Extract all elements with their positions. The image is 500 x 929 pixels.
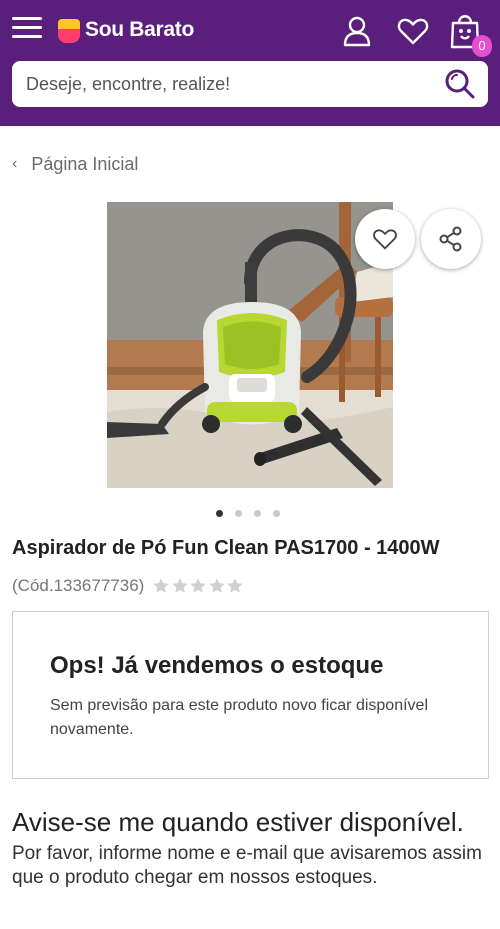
top-header: Sou Barato 0 — [0, 0, 500, 126]
product-title: Aspirador de Pó Fun Clean PAS1700 - 1400… — [12, 537, 440, 559]
out-of-stock-message: Sem previsão para este produto novo fica… — [50, 697, 428, 738]
menu-icon[interactable] — [12, 17, 42, 41]
gallery-dot[interactable] — [235, 510, 242, 517]
breadcrumb[interactable]: ‹ Página Inicial — [12, 152, 138, 176]
out-of-stock-panel: Ops! Já vendemos o estoque Sem previsão … — [12, 611, 489, 779]
star-icon — [190, 578, 207, 593]
notify-title: Avise-se me quando estiver disponível. — [12, 807, 464, 837]
notify-message: Por favor, informe nome e e-mail que avi… — [12, 843, 482, 888]
logo-mark-icon — [58, 17, 80, 43]
gallery-pagination — [216, 510, 292, 517]
product-meta: (Cód.133677736) — [12, 576, 245, 596]
gallery-dot[interactable] — [273, 510, 280, 517]
share-icon — [439, 226, 462, 252]
search-bar — [12, 61, 488, 107]
search-input[interactable] — [12, 61, 432, 107]
chevron-left-icon: ‹ — [12, 155, 18, 172]
product-code: (Cód.133677736) — [12, 576, 145, 595]
star-icon — [172, 578, 188, 593]
out-of-stock-title: Ops! Já vendemos o estoque — [50, 652, 384, 679]
heart-icon[interactable] — [396, 14, 430, 48]
share-button[interactable] — [421, 209, 481, 269]
user-icon[interactable] — [340, 14, 374, 48]
gallery-dot[interactable] — [254, 510, 261, 517]
gallery-dot[interactable] — [216, 510, 223, 517]
search-icon[interactable] — [442, 67, 476, 101]
brand-name: Sou Barato — [85, 18, 195, 41]
star-icon — [227, 578, 244, 593]
heart-outline-icon — [373, 229, 397, 250]
product-image[interactable] — [107, 202, 393, 488]
breadcrumb-home-link[interactable]: Página Inicial — [31, 154, 138, 175]
cart-count-badge: 0 — [472, 35, 492, 57]
logo[interactable]: Sou Barato — [58, 15, 194, 45]
star-icon — [209, 578, 225, 593]
favorite-button[interactable] — [355, 209, 415, 269]
rating-stars[interactable] — [152, 577, 245, 595]
star-icon — [153, 578, 170, 593]
